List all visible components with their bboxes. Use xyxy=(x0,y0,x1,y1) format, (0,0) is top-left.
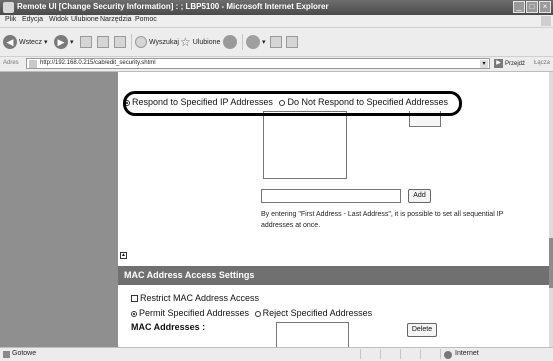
search-icon xyxy=(135,36,147,48)
internet-zone-icon xyxy=(444,351,452,359)
menu-file[interactable]: Plik xyxy=(5,16,16,23)
maximize-button[interactable]: □ xyxy=(526,1,538,13)
reject-radio[interactable] xyxy=(254,311,261,317)
mac-section-title: MAC Address Access Settings xyxy=(124,270,255,280)
delete-button[interactable]: Delete xyxy=(407,323,437,337)
status-text: Gotowe xyxy=(12,350,37,357)
windows-logo-icon xyxy=(541,16,551,26)
reject-label: Reject Specified Addresses xyxy=(262,308,373,318)
links-label[interactable]: Łącza xyxy=(534,60,550,66)
restrict-mac-label: Restrict MAC Address Access xyxy=(140,293,260,303)
mac-filter-options: Permit Specified Addresses Reject Specif… xyxy=(131,308,372,318)
star-icon: ☆ xyxy=(180,35,191,49)
menu-help[interactable]: Pomoc xyxy=(135,16,157,23)
home-button[interactable] xyxy=(114,35,126,49)
address-url: http://192.168.0.215/cab/edit_security.s… xyxy=(40,60,156,66)
mail-dropdown-icon[interactable]: ▾ xyxy=(262,38,266,46)
address-input[interactable]: http://192.168.0.215/cab/edit_security.s… xyxy=(26,58,490,69)
restrict-mac-option[interactable]: Restrict MAC Address Access xyxy=(131,293,259,303)
toolbar: ◀ Wstecz ▾ ▶ ▾ Wyszukaj ☆ Ulubione ▾ xyxy=(0,28,553,57)
favorites-label: Ulubione xyxy=(192,38,221,46)
mac-address-list[interactable] xyxy=(276,322,349,347)
toolbar-divider xyxy=(242,34,243,50)
mail-icon xyxy=(246,35,260,49)
menu-view[interactable]: Widok xyxy=(49,16,68,23)
toolbar-divider xyxy=(131,34,132,50)
restrict-mac-checkbox[interactable] xyxy=(131,295,138,302)
window-title: Remote UI [Change Security Information] … xyxy=(17,2,329,11)
ie-icon xyxy=(3,2,14,13)
refresh-button[interactable] xyxy=(97,35,109,49)
security-zone-label: Internet xyxy=(455,350,479,357)
mac-addresses-label: MAC Addresses : xyxy=(131,322,206,332)
edit-button[interactable] xyxy=(286,35,298,49)
page-done-icon xyxy=(3,351,10,358)
minimize-button[interactable]: _ xyxy=(513,1,525,13)
status-bar: Gotowe Internet xyxy=(0,347,553,361)
vertical-scrollbar[interactable] xyxy=(549,72,553,347)
mail-button[interactable]: ▾ xyxy=(246,35,266,49)
home-icon xyxy=(114,36,126,48)
history-icon xyxy=(223,35,237,49)
history-button[interactable] xyxy=(223,35,237,49)
scrollbar-thumb[interactable] xyxy=(549,238,553,288)
forward-button[interactable]: ▶ ▾ xyxy=(54,35,74,49)
go-label: Przejdź xyxy=(505,60,526,67)
print-button[interactable] xyxy=(270,35,282,49)
menu-bar: Plik Edycja Widok Ulubione Narzędzia Pom… xyxy=(0,15,553,28)
go-button[interactable]: ▶ Przejdź xyxy=(494,59,525,68)
ip-help-text: By entering "First Address - Last Addres… xyxy=(261,211,504,229)
go-arrow-icon: ▶ xyxy=(494,59,503,68)
page-icon xyxy=(29,60,37,68)
forward-arrow-icon: ▶ xyxy=(54,35,68,49)
back-dropdown-icon[interactable]: ▾ xyxy=(44,38,48,46)
search-button[interactable]: Wyszukaj xyxy=(135,35,179,49)
mac-section-header: MAC Address Access Settings xyxy=(118,266,549,285)
ip-address-input[interactable] xyxy=(261,189,401,203)
back-button[interactable]: ◀ Wstecz ▾ xyxy=(3,35,47,49)
address-bar: Adres http://192.168.0.215/cab/edit_secu… xyxy=(0,57,553,72)
ip-address-list[interactable] xyxy=(263,111,347,179)
permit-radio[interactable] xyxy=(131,311,137,317)
left-sidebar xyxy=(0,72,118,347)
refresh-icon xyxy=(97,36,109,48)
status-divider xyxy=(360,349,361,359)
close-button[interactable]: × xyxy=(539,1,551,13)
stop-button[interactable] xyxy=(80,35,92,49)
favorites-button[interactable]: ☆ Ulubione xyxy=(180,35,220,49)
scroll-to-top-icon[interactable]: ▲ xyxy=(120,252,127,259)
title-bar: Remote UI [Change Security Information] … xyxy=(0,0,553,15)
address-dropdown-icon[interactable]: ▾ xyxy=(480,60,488,68)
search-label: Wyszukaj xyxy=(149,38,179,46)
edit-icon xyxy=(286,36,298,48)
back-label: Wstecz xyxy=(19,38,42,46)
address-label: Adres xyxy=(3,60,19,66)
menu-favorites[interactable]: Ulubione xyxy=(71,16,99,23)
status-divider xyxy=(420,349,421,359)
menu-tools[interactable]: Narzędzia xyxy=(100,16,132,23)
back-arrow-icon: ◀ xyxy=(3,35,17,49)
permit-option[interactable]: Permit Specified Addresses xyxy=(131,308,249,318)
forward-dropdown-icon[interactable]: ▾ xyxy=(70,38,74,46)
add-button[interactable]: Add xyxy=(408,189,431,203)
status-divider xyxy=(380,349,381,359)
reject-option[interactable]: Reject Specified Addresses xyxy=(254,308,373,318)
menu-edit[interactable]: Edycja xyxy=(22,16,43,23)
status-divider xyxy=(400,349,401,359)
print-icon xyxy=(270,36,282,48)
status-divider xyxy=(440,349,441,359)
stop-icon xyxy=(80,36,92,48)
highlight-callout xyxy=(123,91,462,116)
permit-label: Permit Specified Addresses xyxy=(139,308,250,318)
